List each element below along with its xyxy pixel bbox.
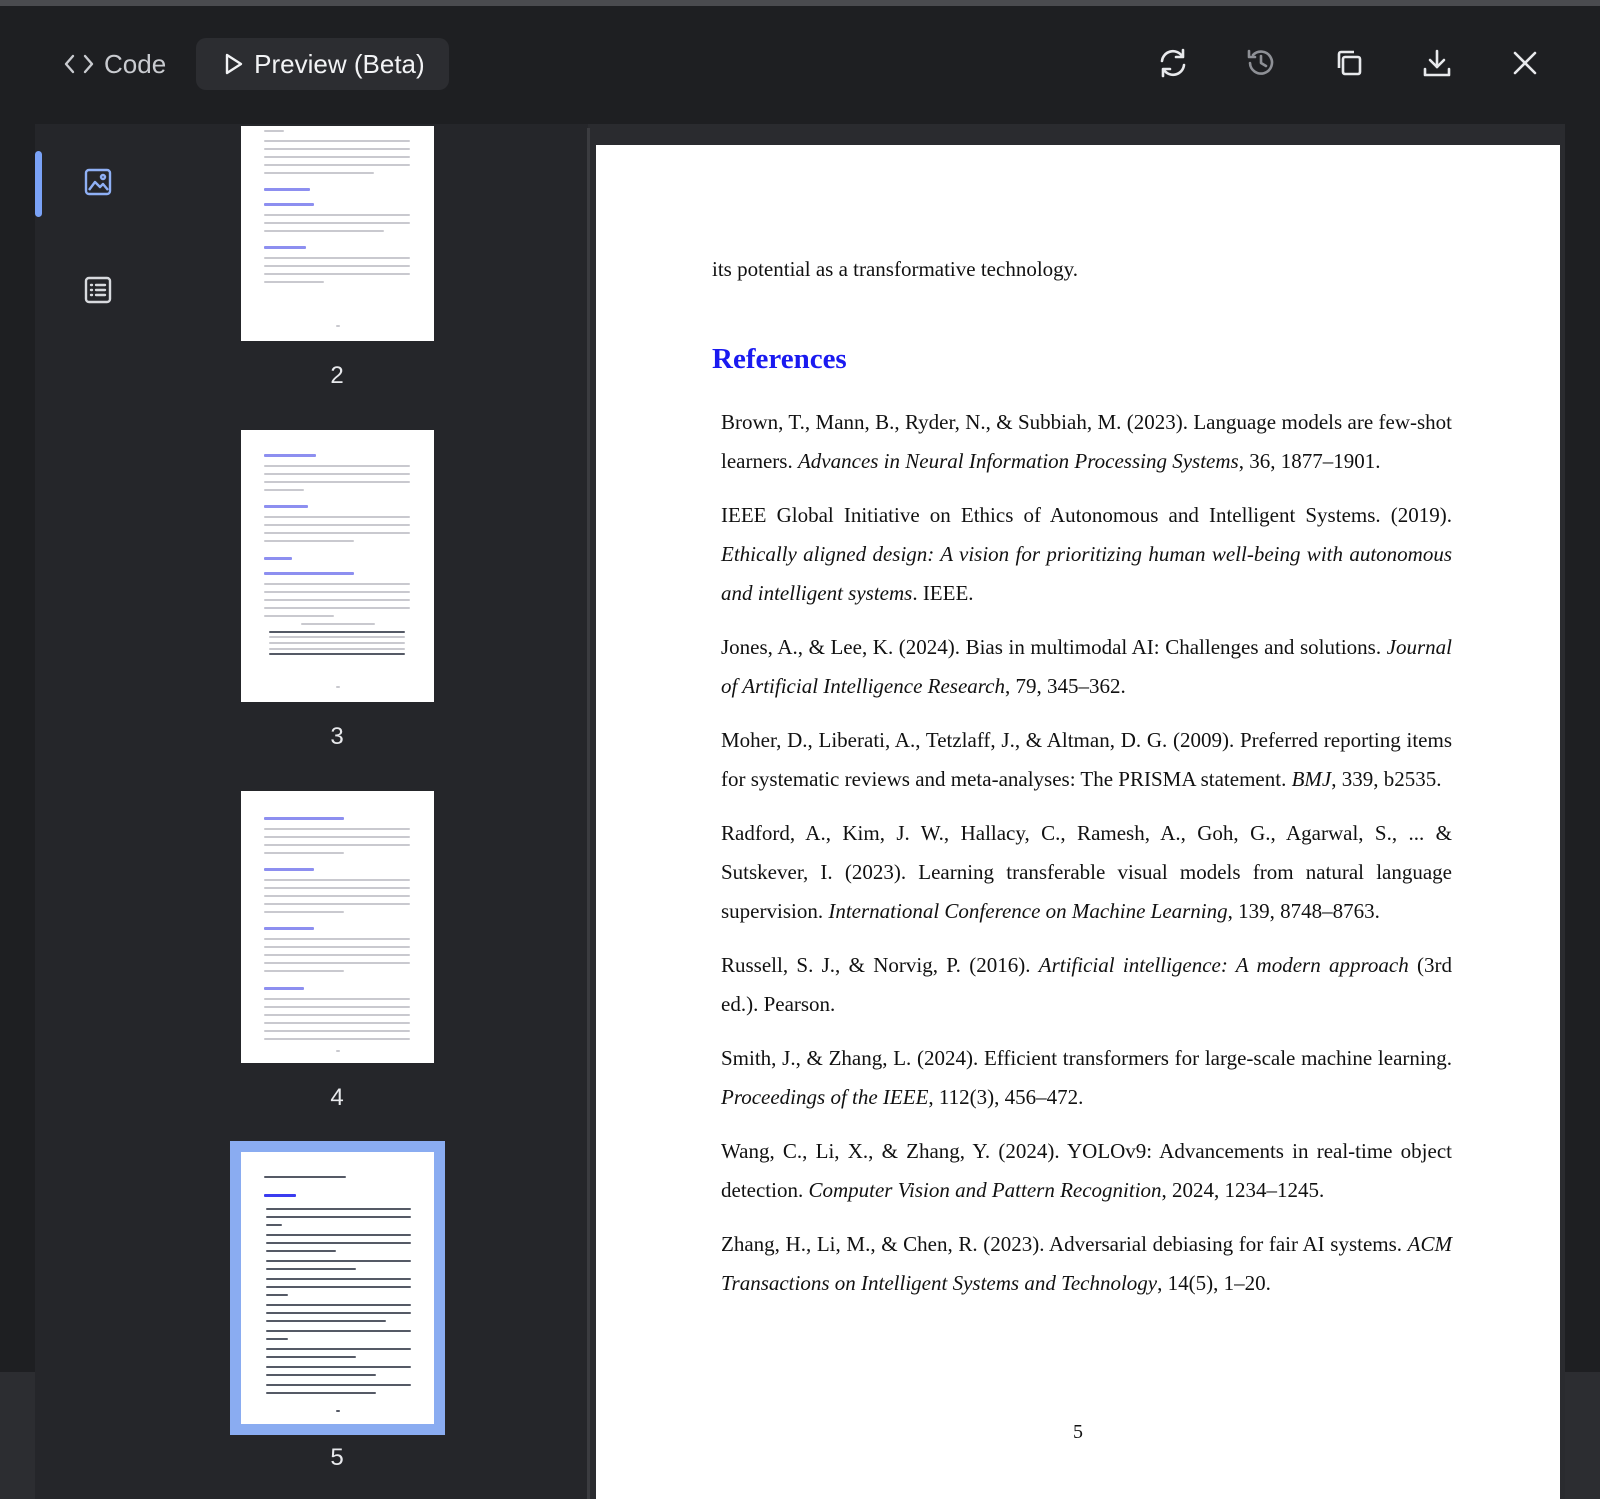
- download-icon: [1421, 47, 1453, 84]
- close-button[interactable]: [1504, 44, 1546, 86]
- rail-active-indicator: [35, 151, 42, 217]
- reference-entry: Jones, A., & Lee, K. (2024). Bias in mul…: [721, 635, 1452, 698]
- download-button[interactable]: [1416, 44, 1458, 86]
- play-icon: [224, 53, 244, 75]
- tab-preview-label: Preview (Beta): [254, 48, 425, 79]
- reference-entry: Radford, A., Kim, J. W., Hallacy, C., Ra…: [721, 821, 1452, 923]
- references-heading: References: [712, 343, 847, 375]
- reference-entry: Wang, C., Li, X., & Zhang, Y. (2024). YO…: [721, 1139, 1452, 1202]
- history-button[interactable]: [1240, 44, 1282, 86]
- page-thumbnail-label-5: 5: [330, 1444, 344, 1471]
- outline-view-button[interactable]: [78, 272, 118, 312]
- reference-entry: Smith, J., & Zhang, L. (2024). Efficient…: [721, 1046, 1452, 1109]
- left-gutter: [0, 1372, 35, 1499]
- copy-icon: [1333, 47, 1365, 84]
- header-actions: [1152, 44, 1546, 86]
- reference-entry: Russell, S. J., & Norvig, P. (2016). Art…: [721, 953, 1453, 1016]
- tab-code[interactable]: Code: [36, 38, 190, 90]
- page-thumbnails-panel[interactable]: 2 3 4 5: [153, 124, 588, 1499]
- sidebar-rail: [35, 124, 153, 1499]
- code-icon: [64, 53, 94, 75]
- reference-entry: IEEE Global Initiative on Ethics of Auto…: [721, 503, 1452, 605]
- page-thumbnail-label-4: 4: [330, 1084, 344, 1111]
- page-thumbnail-label-2: 2: [330, 362, 344, 389]
- page-thumbnail-2[interactable]: [241, 126, 434, 341]
- history-icon: [1245, 47, 1277, 84]
- document-page: its potential as a transformative techno…: [596, 145, 1560, 1499]
- preview-header: Code Preview (Beta): [0, 6, 1600, 124]
- right-gutter: [1565, 1372, 1600, 1499]
- page-thumbnail-label-3: 3: [330, 723, 344, 750]
- page-intro-text: its potential as a transformative techno…: [712, 257, 1079, 281]
- thumbnails-view-button[interactable]: [78, 164, 118, 204]
- page-number: 5: [1073, 1421, 1083, 1443]
- close-icon: [1511, 49, 1539, 82]
- page-thumbnail-3[interactable]: [241, 430, 434, 702]
- refresh-button[interactable]: [1152, 44, 1194, 86]
- tab-code-label: Code: [104, 48, 167, 79]
- reference-entry: Brown, T., Mann, B., Ryder, N., & Subbia…: [721, 410, 1452, 473]
- list-icon: [83, 275, 113, 310]
- reference-entry: Moher, D., Liberati, A., Tetzlaff, J., &…: [721, 728, 1452, 791]
- reference-entry: Zhang, H., Li, M., & Chen, R. (2023). Ad…: [721, 1232, 1452, 1295]
- tab-preview[interactable]: Preview (Beta): [196, 38, 449, 90]
- references-list: Brown, T., Mann, B., Ryder, N., & Subbia…: [721, 403, 1452, 1318]
- copy-button[interactable]: [1328, 44, 1370, 86]
- refresh-icon: [1157, 47, 1189, 84]
- page-thumbnail-4[interactable]: [241, 791, 434, 1063]
- view-tabs: Code Preview (Beta): [36, 38, 449, 90]
- image-icon: [83, 167, 113, 202]
- page-thumbnail-5[interactable]: [230, 1141, 445, 1435]
